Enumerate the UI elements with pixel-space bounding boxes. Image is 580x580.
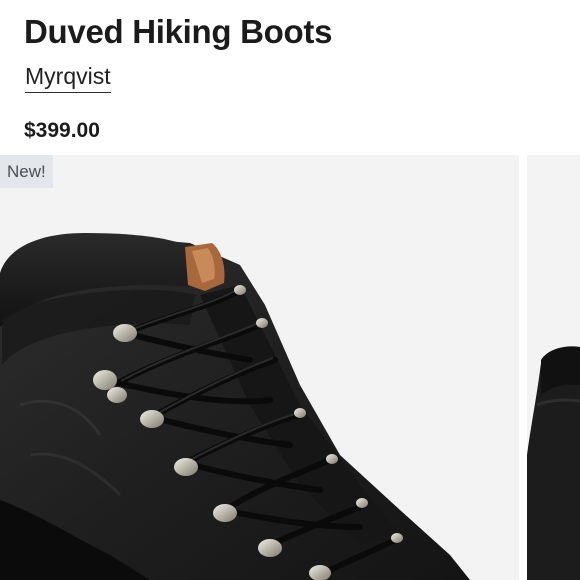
boot-image: [0, 233, 470, 580]
brand-link[interactable]: Myrqvist: [25, 60, 111, 93]
product-price: $399.00: [24, 119, 100, 142]
image-gallery[interactable]: New!: [0, 155, 580, 580]
product-title: Duved Hiking Boots: [24, 13, 333, 50]
product-image-main[interactable]: New!: [0, 155, 519, 580]
new-badge: New!: [0, 155, 53, 188]
product-image-next[interactable]: [527, 155, 580, 580]
boot-image-second: [527, 346, 580, 580]
product-page: Duved Hiking Boots Myrqvist $399.00 New!: [0, 0, 580, 580]
